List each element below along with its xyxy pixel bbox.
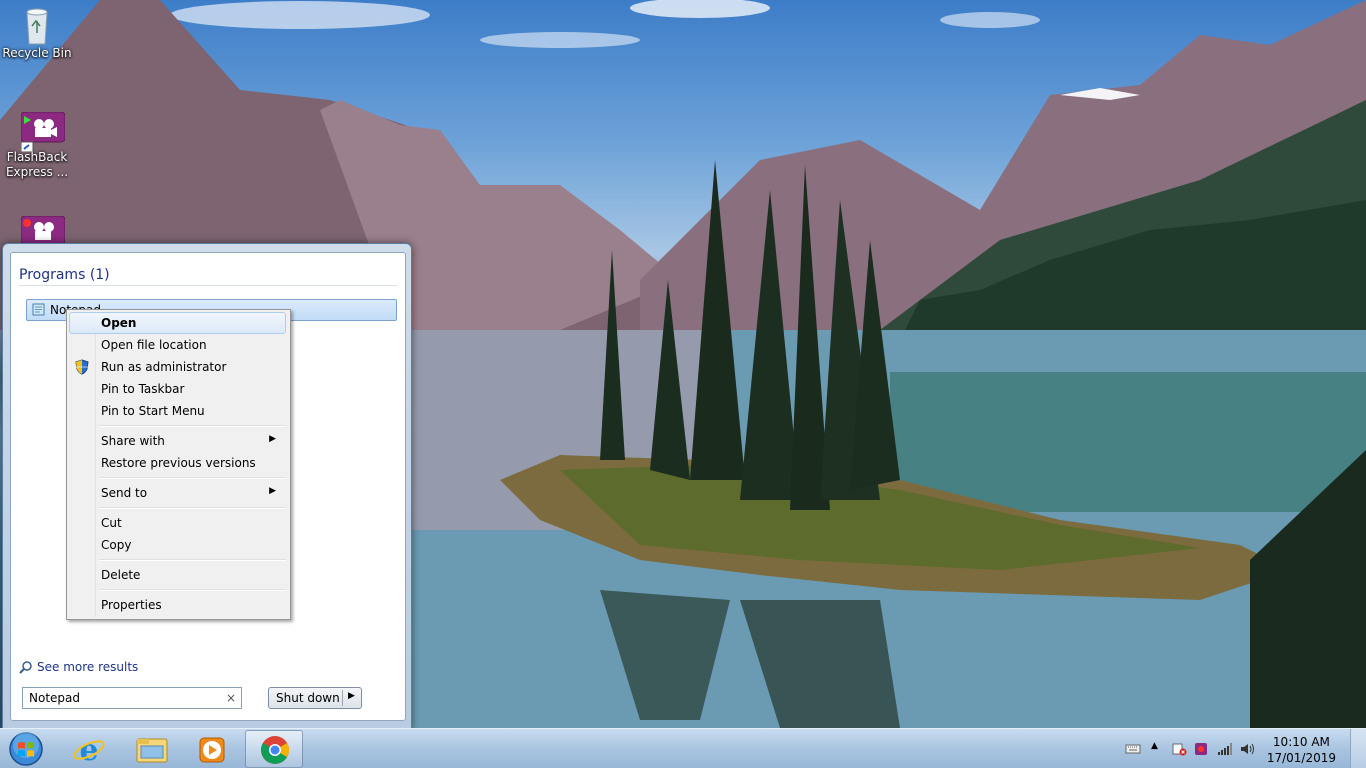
action-center-icon[interactable] xyxy=(1171,742,1187,756)
desktop-icon-recycle-bin[interactable]: Recycle Bin xyxy=(0,6,74,61)
clock-date: 17/01/2019 xyxy=(1266,751,1336,765)
taskbar-chrome[interactable] xyxy=(245,730,303,768)
recycle-bin-icon xyxy=(21,6,53,45)
taskbar-windows-explorer[interactable] xyxy=(122,730,180,768)
keyboard-icon[interactable] xyxy=(1125,742,1141,756)
menu-item-label: Open xyxy=(101,316,137,330)
menu-separator xyxy=(99,589,286,591)
menu-item-pin-to-taskbar[interactable]: Pin to Taskbar xyxy=(69,378,286,400)
menu-separator xyxy=(99,425,286,427)
menu-item-pin-to-start-menu[interactable]: Pin to Start Menu xyxy=(69,400,286,422)
menu-item-delete[interactable]: Delete xyxy=(69,564,286,586)
system-tray: ▲ 10:10 AM 17/01/2019 xyxy=(1121,729,1366,768)
submenu-arrow-icon: ▶ xyxy=(269,486,276,496)
volume-icon[interactable] xyxy=(1239,742,1255,756)
taskbar-media-player[interactable] xyxy=(183,730,241,768)
internet-explorer-icon: e xyxy=(73,733,105,768)
clear-search-icon[interactable]: × xyxy=(226,688,236,708)
windows-logo-icon xyxy=(9,732,43,766)
menu-separator xyxy=(99,559,286,561)
menu-item-label: Run as administrator xyxy=(101,360,227,374)
menu-item-label: Properties xyxy=(101,598,162,612)
menu-item-copy[interactable]: Copy xyxy=(69,534,286,556)
submenu-arrow-icon: ▶ xyxy=(269,434,276,444)
search-icon xyxy=(19,660,33,674)
show-hidden-icons-icon[interactable]: ▲ xyxy=(1151,741,1167,755)
menu-item-label: Cut xyxy=(101,516,122,530)
flashback-tray-icon[interactable] xyxy=(1193,742,1209,756)
see-more-label: See more results xyxy=(37,660,139,674)
windows-explorer-icon xyxy=(136,738,168,763)
chrome-icon xyxy=(261,736,289,764)
taskbar: e ▲ 10:10 AM 17/01/2019 xyxy=(0,728,1366,768)
menu-item-cut[interactable]: Cut xyxy=(69,512,286,534)
menu-item-label: Restore previous versions xyxy=(101,456,256,470)
menu-item-label: Pin to Taskbar xyxy=(101,382,185,396)
menu-item-share-with[interactable]: Share with ▶ xyxy=(69,430,286,452)
menu-item-send-to[interactable]: Send to ▶ xyxy=(69,482,286,504)
menu-item-label: Pin to Start Menu xyxy=(101,404,205,418)
desktop-icon-label: Recycle Bin xyxy=(2,46,72,60)
context-menu: Open Open file location Run as administr… xyxy=(66,309,291,620)
start-menu-bottom-bar: Notepad × Shut down ▶ xyxy=(3,674,411,729)
programs-header: Programs (1) xyxy=(19,267,110,283)
flashback-express-icon xyxy=(20,111,66,153)
start-button[interactable] xyxy=(5,730,47,768)
shutdown-options-arrow-icon[interactable]: ▶ xyxy=(348,691,355,701)
menu-item-label: Delete xyxy=(101,568,141,582)
desktop-icon-label: FlashBack Express ... xyxy=(5,150,69,179)
show-desktop-button[interactable] xyxy=(1350,729,1366,768)
menu-separator xyxy=(99,477,286,479)
media-player-icon xyxy=(199,737,225,763)
menu-item-label: Copy xyxy=(101,538,132,552)
shutdown-button[interactable]: Shut down ▶ xyxy=(268,687,362,709)
clock-time: 10:10 AM xyxy=(1272,735,1330,749)
start-search-input[interactable]: Notepad × xyxy=(22,687,242,709)
divider xyxy=(342,690,343,706)
menu-item-open-file-location[interactable]: Open file location xyxy=(69,334,286,356)
menu-item-properties[interactable]: Properties xyxy=(69,594,286,616)
divider xyxy=(19,285,397,286)
svg-text:e: e xyxy=(79,733,98,768)
network-icon[interactable] xyxy=(1217,742,1233,756)
shutdown-label: Shut down xyxy=(276,691,340,705)
clock[interactable]: 10:10 AM 17/01/2019 xyxy=(1267,734,1336,766)
menu-item-restore-previous-versions[interactable]: Restore previous versions xyxy=(69,452,286,474)
uac-shield-icon xyxy=(75,359,89,375)
menu-item-label: Share with xyxy=(101,434,165,448)
search-input-value: Notepad xyxy=(29,691,80,705)
taskbar-internet-explorer[interactable]: e xyxy=(60,730,118,768)
see-more-results-link[interactable]: See more results xyxy=(19,660,138,674)
notepad-icon xyxy=(32,303,45,316)
desktop-icon-flashback-express[interactable]: FlashBack Express ... xyxy=(0,111,74,180)
menu-item-label: Send to xyxy=(101,486,148,500)
menu-item-label: Open file location xyxy=(101,338,207,352)
menu-separator xyxy=(99,507,286,509)
menu-item-run-as-administrator[interactable]: Run as administrator xyxy=(69,356,286,378)
menu-item-open[interactable]: Open xyxy=(69,312,286,334)
